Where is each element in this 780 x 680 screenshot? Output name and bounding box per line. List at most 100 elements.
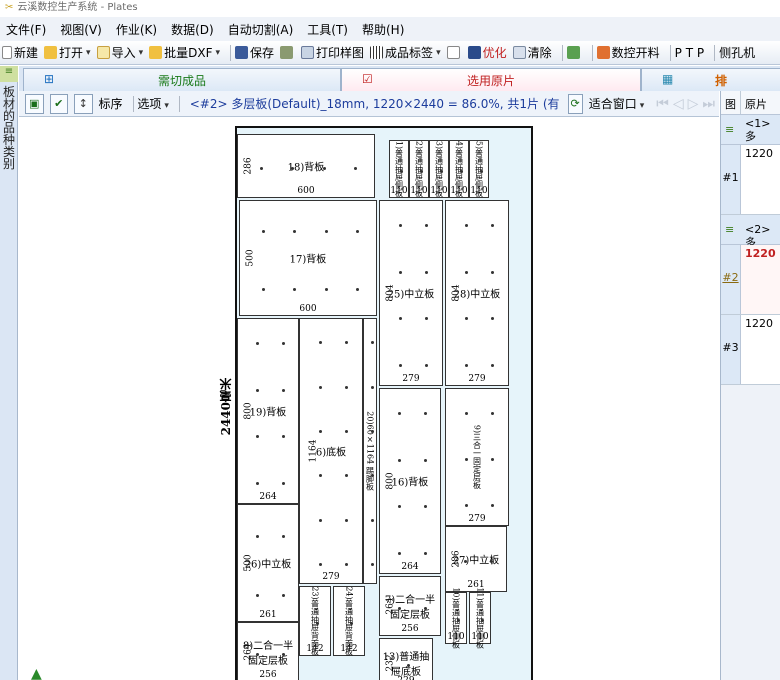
- print-button[interactable]: 打印样图: [301, 44, 364, 61]
- chevron-down-icon[interactable]: ▾: [215, 48, 220, 58]
- clear-button[interactable]: 清除: [512, 44, 552, 61]
- part-p16[interactable]: 16)背板 264 800: [379, 388, 441, 574]
- material-category-sidebar[interactable]: ≡ 板材的品种类别: [0, 66, 18, 680]
- part-height: 264: [243, 643, 254, 661]
- part-p25[interactable]: 25)中立板 279 804: [379, 200, 443, 386]
- report-icon: [446, 46, 460, 59]
- chevron-down-icon[interactable]: ▾: [139, 48, 144, 58]
- drill-hole-icon: [465, 504, 468, 507]
- fit-window-dropdown[interactable]: 适合窗口 ▾: [589, 95, 645, 112]
- open-button[interactable]: 打开 ▾: [44, 44, 91, 61]
- drill-hole-icon: [491, 364, 494, 367]
- part-p3[interactable]: 3)普通抽屉侧板 110: [429, 140, 449, 198]
- part-p28[interactable]: 28)中立板 279 804: [445, 200, 509, 386]
- parts-icon: ⊞: [44, 72, 55, 86]
- sheet-row-2[interactable]: #2 1220: [721, 245, 780, 315]
- tools-button[interactable]: [566, 46, 582, 59]
- clear-icon: [512, 46, 526, 59]
- save-button[interactable]: 保存: [235, 44, 274, 61]
- side-hole-button[interactable]: 侧孔机: [719, 44, 755, 61]
- refresh-icon: ⟳: [570, 97, 580, 110]
- tab-selected-sheets[interactable]: ☑ 选用原片: [341, 68, 641, 91]
- chevron-down-icon[interactable]: ▾: [436, 48, 441, 58]
- drill-hole-icon: [256, 435, 259, 438]
- menu-auto-cut[interactable]: 自动切割(A): [228, 21, 294, 38]
- part-p7[interactable]: 7)二合一半固定层板 256 264: [379, 576, 441, 636]
- part-p10[interactable]: 10)普通抽屉侧板 110: [445, 587, 467, 649]
- import-button[interactable]: 导入 ▾: [96, 44, 144, 61]
- menu-file[interactable]: 文件(F): [6, 21, 46, 38]
- part-p20[interactable]: 20)60×1164 踢脚板: [363, 318, 377, 584]
- part-height: 800: [385, 472, 396, 490]
- drill-hole-icon: [345, 563, 348, 566]
- part-p26[interactable]: 26)中立板 261 500: [237, 504, 299, 622]
- part-p18[interactable]: 18)背板 600 286: [237, 134, 375, 198]
- part-p6[interactable]: 6)底板 279 1164: [299, 318, 363, 584]
- menu-help[interactable]: 帮助(H): [362, 21, 404, 38]
- drill-hole-icon: [356, 230, 359, 233]
- view-mode-button[interactable]: ▣: [25, 93, 44, 114]
- drill-hole-icon: [399, 364, 402, 367]
- app-icon: ✂: [5, 2, 14, 13]
- chevron-down-icon[interactable]: ▾: [86, 48, 91, 58]
- drill-hole-icon: [316, 622, 319, 625]
- sheet-row-3[interactable]: #3 1220: [721, 315, 780, 385]
- part-p24[interactable]: 24)普通抽屉背面板 142: [333, 586, 365, 656]
- page-navigation[interactable]: ⏮◁▷⏭: [656, 96, 719, 112]
- batch-dxf-button[interactable]: 批量DXF ▾: [149, 44, 220, 61]
- part-p4[interactable]: 4)普通抽屉侧板 110: [449, 140, 469, 198]
- tab-required-parts[interactable]: ⊞ 需切成品: [23, 68, 341, 91]
- part-p2[interactable]: 2)普通抽屉侧板 110: [409, 140, 429, 198]
- menu-view[interactable]: 视图(V): [60, 21, 102, 38]
- part-p27[interactable]: 27)中立板 261 286: [445, 526, 507, 592]
- nc-cut-button[interactable]: 数控开料: [596, 44, 660, 61]
- drill-hole-icon: [460, 170, 463, 173]
- sidebar-toggle-icon[interactable]: ≡: [0, 66, 18, 82]
- part-p19[interactable]: 19)背板 264 800: [237, 318, 299, 504]
- report-button[interactable]: [446, 46, 462, 59]
- options-dropdown[interactable]: 选项 ▾: [137, 95, 169, 112]
- part-p23[interactable]: 23)普通抽屉背面板 142: [299, 586, 331, 656]
- fit-window-icon-button[interactable]: ⟳: [567, 93, 583, 114]
- part-p8[interactable]: 8)二合一半固定层板 256 264: [237, 622, 299, 680]
- sheet-group-2[interactable]: ≡ <2> 多: [721, 215, 780, 249]
- part-p11[interactable]: 11)普通抽屉侧板 110: [469, 587, 491, 649]
- label-button[interactable]: 成品标签 ▾: [370, 44, 441, 61]
- arrow-up-icon[interactable]: ▲: [31, 666, 42, 680]
- order-label[interactable]: 标序: [99, 95, 123, 112]
- drill-hole-icon: [398, 459, 401, 462]
- menu-data[interactable]: 数据(D): [171, 21, 214, 38]
- sheet-info-text: <#2> 多层板(Default)_18mm, 1220×2440 = 86.0…: [189, 97, 560, 111]
- drill-hole-icon: [256, 342, 259, 345]
- drill-hole-icon: [371, 341, 374, 344]
- layout-canvas[interactable]: 2440毫米 18)背板 600 286 17)背板 600 500 25)中立板 279 80…: [19, 118, 719, 680]
- ptp-button[interactable]: P T P: [675, 46, 704, 60]
- part-p13[interactable]: 13)普通抽屉底板229232: [379, 638, 433, 680]
- drill-hole-icon: [424, 412, 427, 415]
- view-check-button[interactable]: ✔: [49, 93, 68, 114]
- barcode-icon: [370, 46, 384, 59]
- optimize-button[interactable]: 优化: [467, 44, 507, 61]
- part-p5[interactable]: 5)普通抽屉侧板 110: [469, 140, 489, 198]
- drill-hole-icon: [491, 504, 494, 507]
- part-p9[interactable]: 9)三合一固定层板 279: [445, 388, 509, 526]
- part-p17[interactable]: 17)背板 600 500: [239, 200, 377, 316]
- template-button[interactable]: [280, 46, 295, 59]
- sheet-group-1[interactable]: ≡ <1> 多_18m: [721, 115, 780, 156]
- drill-hole-icon: [282, 535, 285, 538]
- window-title: 云溪数控生产系统 - Plates: [17, 2, 138, 13]
- sidebar-label: 板材的品种类别: [2, 85, 15, 171]
- toolbar-separator: [132, 95, 134, 112]
- new-button[interactable]: 新建: [2, 44, 38, 61]
- menu-job[interactable]: 作业(K): [116, 21, 157, 38]
- saw-icon: [596, 46, 610, 59]
- part-p1[interactable]: 1)普通抽屉侧板 110: [389, 140, 409, 198]
- menu-tools[interactable]: 工具(T): [307, 21, 348, 38]
- order-sort-button[interactable]: ↕: [74, 93, 93, 114]
- tab-layout[interactable]: ▦ 排: [641, 68, 780, 91]
- dxf-icon: [149, 46, 163, 59]
- drill-hole-icon: [262, 230, 265, 233]
- drill-hole-icon: [325, 230, 328, 233]
- sheet-row-1[interactable]: #1 1220: [721, 145, 780, 215]
- sort-icon: ↕: [78, 97, 88, 110]
